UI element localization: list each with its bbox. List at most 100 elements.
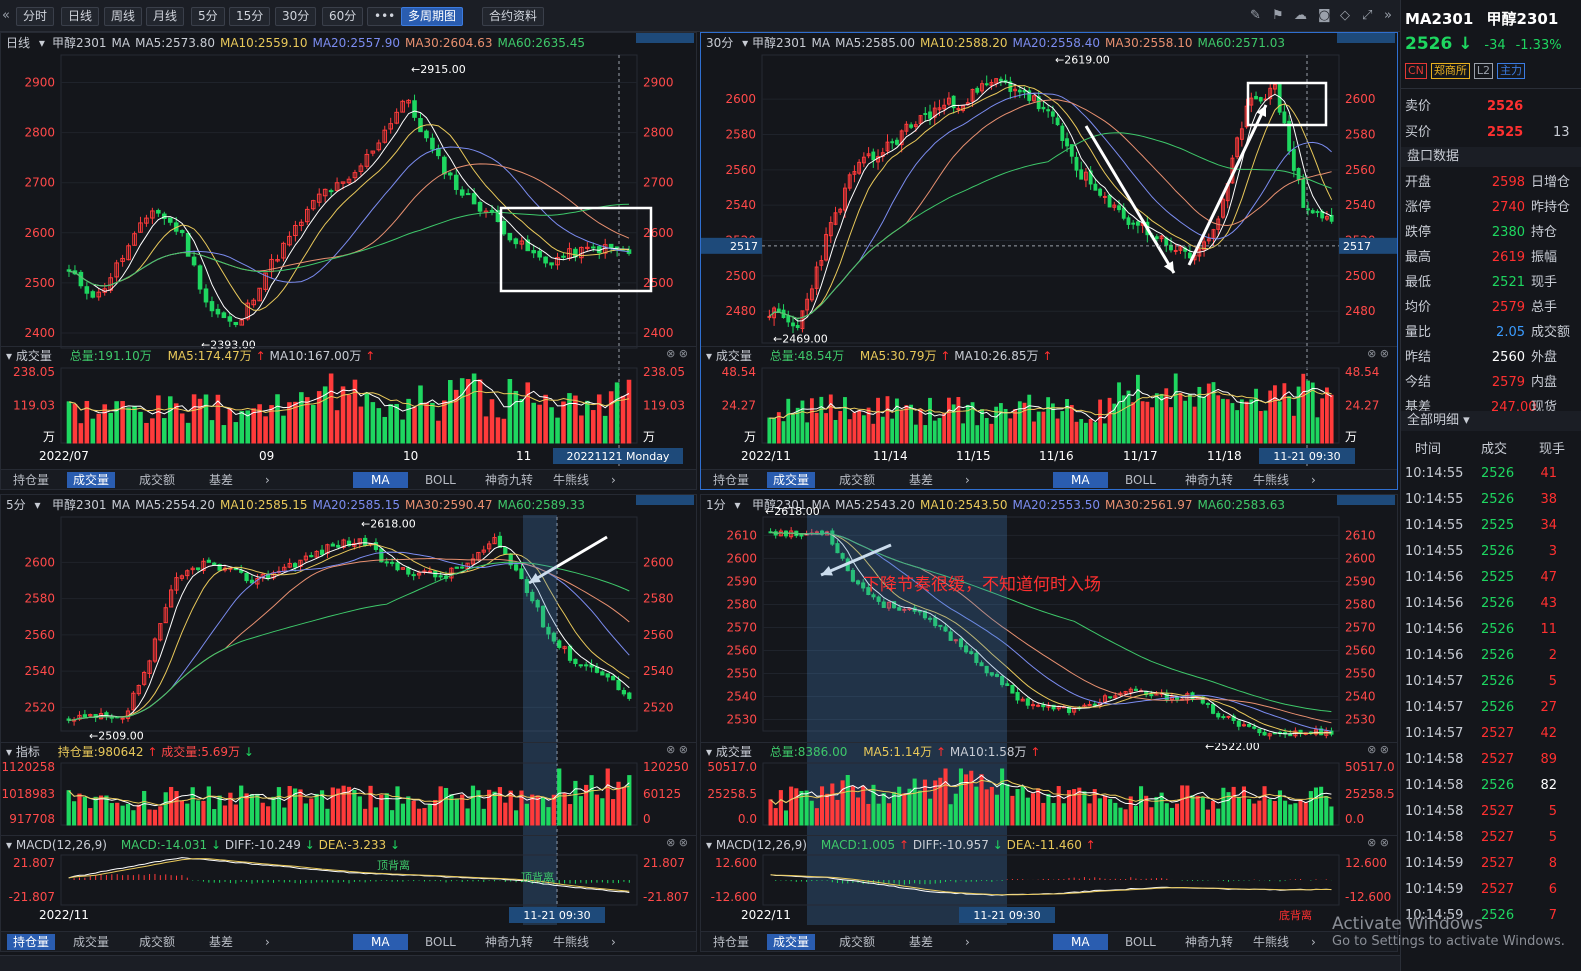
overlay-tab[interactable]: BOLL: [419, 934, 462, 950]
indicator-toggle[interactable]: ▾ 指标: [1, 745, 40, 759]
ma30-line: [769, 99, 1332, 320]
settings-close-icons[interactable]: ⊗ ⊗: [1367, 836, 1389, 849]
overlay-tab[interactable]: 牛熊线: [547, 934, 595, 950]
chart-panel-30min[interactable]: 30分 ▾ 甲醇2301 MA MA5:2585.00 MA10:2588.20 MA20…: [700, 32, 1398, 490]
volume-tick-left: 万: [43, 430, 55, 444]
volume-bar: [937, 418, 942, 444]
sub-tab[interactable]: 成交额: [133, 934, 181, 950]
overlay-tab[interactable]: 神奇九转: [1179, 472, 1239, 488]
trade-detail-dropdown[interactable]: 全部明细 ▾: [1401, 411, 1581, 431]
sub-tab[interactable]: 成交额: [833, 934, 881, 950]
price-chart-svg[interactable]: 2600260025802580256025602540254025202520…: [1, 495, 696, 952]
draw-icon[interactable]: ✎: [1250, 8, 1261, 23]
volume-bar: [1206, 383, 1211, 444]
volume-bar: [1013, 409, 1017, 444]
period-tab[interactable]: 5分: [191, 7, 225, 26]
sub-tab[interactable]: 持仓量: [707, 472, 755, 488]
sub-tab[interactable]: 持仓量: [7, 934, 56, 950]
period-tab[interactable]: 60分: [322, 7, 364, 26]
period-tab[interactable]: 多周期图: [401, 7, 464, 26]
sub-tab[interactable]: 持仓量: [7, 472, 55, 488]
overlay-tab[interactable]: 牛熊线: [1247, 472, 1295, 488]
chevron-right-icon[interactable]: ›: [959, 934, 976, 950]
cloud-icon[interactable]: ☁: [1294, 8, 1307, 23]
volume-toggle[interactable]: ▾ 成交量: [701, 745, 752, 759]
sub-tab[interactable]: 基差: [203, 934, 239, 950]
sub-tab[interactable]: 基差: [203, 472, 239, 488]
volume-bar: [1244, 401, 1249, 444]
y-tick-left: 2480: [725, 304, 756, 318]
contract-code: MA2301: [1405, 10, 1474, 28]
overlay-tab[interactable]: MA: [353, 934, 408, 950]
overlay-tab[interactable]: MA: [353, 472, 408, 488]
candle-body: [1247, 723, 1252, 727]
overlay-tab[interactable]: BOLL: [1119, 934, 1162, 950]
chevron-right-icon[interactable]: ›: [959, 472, 976, 488]
chevron-right-icon[interactable]: ›: [1305, 472, 1322, 488]
settings-close-icons[interactable]: ⊗ ⊗: [1367, 743, 1389, 756]
macd-toggle[interactable]: ▾ MACD(12,26,9): [701, 838, 807, 852]
sub-tab[interactable]: 成交量: [767, 934, 816, 950]
price-scale-tag: [636, 495, 694, 505]
price-chart-svg[interactable]: 2900 2900 2800 2800 2700 2700 2600 2600 2500 2500…: [1, 33, 696, 490]
period-tab[interactable]: 分时: [16, 7, 55, 26]
period-tab[interactable]: 合约资料: [482, 7, 545, 26]
period-tab[interactable]: 日线: [61, 7, 100, 26]
bell-icon[interactable]: ⚑: [1272, 8, 1284, 23]
volume-bar: [334, 410, 340, 444]
chevron-right-icon[interactable]: ›: [259, 472, 276, 488]
sub-tab[interactable]: 成交额: [833, 472, 881, 488]
sub-tab[interactable]: 成交量: [767, 472, 816, 488]
settings-close-icons[interactable]: ⊗ ⊗: [666, 836, 688, 849]
sub-tab[interactable]: 基差: [903, 934, 939, 950]
forward-icon[interactable]: »: [1384, 8, 1392, 23]
volume-toggle[interactable]: ▾ 成交量: [701, 349, 752, 363]
candle-body: [605, 673, 610, 678]
price-chart-svg[interactable]: 2610 2610 2600 2600 2590 2590 2580 2580 2570 2570…: [701, 495, 1397, 952]
settings-close-icons[interactable]: ⊗ ⊗: [666, 347, 688, 360]
volume-bar: [1247, 799, 1252, 826]
settings-close-icons[interactable]: ⊗ ⊗: [1367, 347, 1389, 360]
sub-tab[interactable]: 成交量: [67, 934, 115, 950]
volume-bar: [271, 796, 276, 826]
chevron-right-icon[interactable]: ›: [259, 934, 276, 950]
overlay-tab[interactable]: 牛熊线: [547, 472, 595, 488]
sub-tab[interactable]: 成交额: [133, 472, 181, 488]
overlay-tab[interactable]: MA: [1053, 934, 1108, 950]
overlay-tab[interactable]: BOLL: [419, 472, 462, 488]
period-tab[interactable]: 15分: [229, 7, 271, 26]
camera-icon[interactable]: ◙: [1318, 8, 1331, 23]
period-tab[interactable]: 月线: [146, 7, 185, 26]
overlay-tab[interactable]: 神奇九转: [479, 934, 539, 950]
chevron-right-icon[interactable]: ›: [605, 934, 622, 950]
chevron-right-icon[interactable]: ›: [1305, 934, 1322, 950]
overlay-tab[interactable]: 神奇九转: [479, 472, 539, 488]
overlay-tab[interactable]: 牛熊线: [1247, 934, 1295, 950]
chart-panel-daily[interactable]: 日线 ▾ 甲醇2301 MA MA5:2573.80 MA10:2559.10 MA20:…: [0, 32, 697, 490]
settings-close-icons[interactable]: ⊗ ⊗: [666, 743, 688, 756]
back-icon[interactable]: «: [2, 8, 10, 23]
chart-panel-5min[interactable]: 5分 ▾ 甲醇2301 MA MA5:2554.20 MA10:2585.15 MA20:…: [0, 494, 697, 952]
period-tab[interactable]: 30分: [275, 7, 317, 26]
overlay-tab[interactable]: MA: [1053, 472, 1108, 488]
chart-panel-1min[interactable]: 1分 ▾ 甲醇2301 MA MA5:2543.20 MA10:2543.50 MA20:…: [700, 494, 1398, 952]
sub-tab[interactable]: 持仓量: [707, 934, 755, 950]
overlay-tab[interactable]: BOLL: [1119, 472, 1162, 488]
chevron-right-icon[interactable]: ›: [605, 472, 622, 488]
y-tick-right: 2550: [1345, 666, 1376, 680]
price-chart-svg[interactable]: 2600260025802580256025602540254025202520…: [701, 33, 1397, 490]
tag-icon[interactable]: ◇: [1340, 8, 1350, 23]
fullscreen-icon[interactable]: ⤢: [1362, 8, 1372, 23]
overlay-tab[interactable]: 神奇九转: [1179, 934, 1239, 950]
period-tab[interactable]: •••: [367, 7, 403, 26]
volume-toggle[interactable]: ▾ 成交量: [1, 349, 52, 363]
volume-bar: [605, 768, 610, 826]
volume-bar: [1221, 398, 1225, 444]
volume-bar: [614, 382, 620, 444]
macd-toggle[interactable]: ▾ MACD(12,26,9): [1, 838, 107, 852]
period-tab[interactable]: 周线: [104, 7, 143, 26]
sub-tab[interactable]: 基差: [903, 472, 939, 488]
sub-tab[interactable]: 成交量: [67, 472, 116, 488]
volume-bar: [918, 409, 923, 444]
tick-price: 2526: [1481, 648, 1515, 663]
